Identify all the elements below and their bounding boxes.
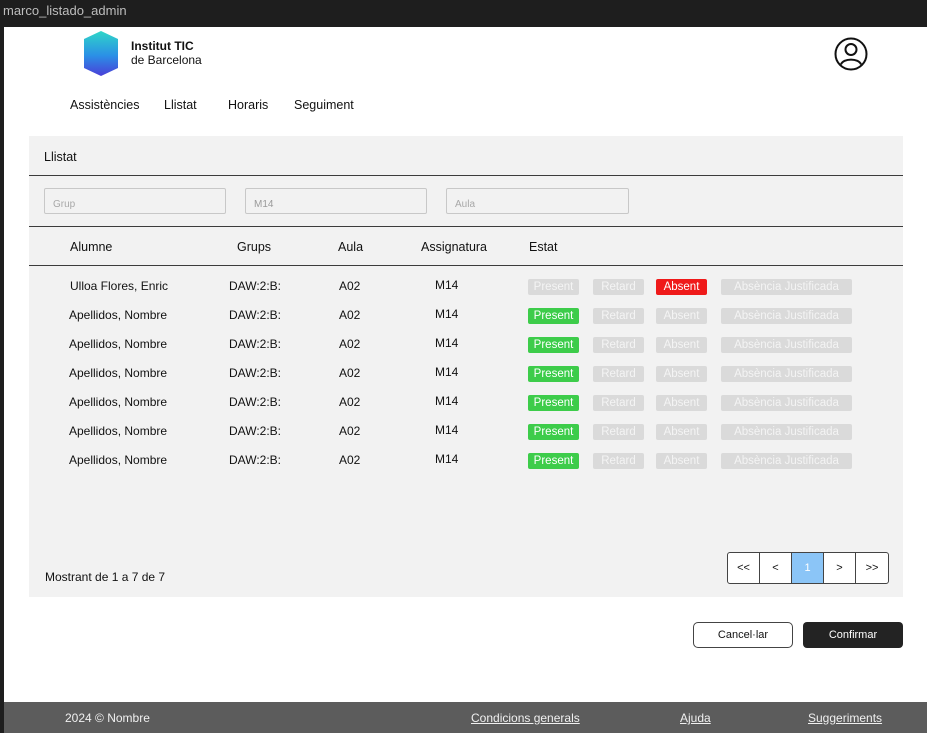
status-absent-chip[interactable]: Absent [656,366,707,382]
divider [29,175,903,176]
cell-aula: A02 [339,308,361,322]
status-absent-chip[interactable]: Absent [656,395,707,411]
brand-subtitle: de Barcelona [131,53,202,67]
pagination-next-button[interactable]: > [824,553,856,583]
nav-llistat[interactable]: Llistat [164,98,197,112]
results-summary: Mostrant de 1 a 7 de 7 [45,570,166,584]
cell-aula: A02 [339,424,361,438]
pagination-last-button[interactable]: >> [856,553,888,583]
nav-seguiment[interactable]: Seguiment [294,98,354,112]
cell-grups: DAW:2:B: [229,366,282,380]
aula-filter-input[interactable] [446,188,629,214]
cell-aula: A02 [339,395,361,409]
status-justificada-chip[interactable]: Absència Justificada [721,337,852,353]
pagination-page-button[interactable]: 1 [792,553,824,583]
pagination-prev-button[interactable]: < [760,553,792,583]
status-present-chip[interactable]: Present [528,453,579,469]
cell-alumne: Apellidos, Nombre [69,424,168,438]
cell-alumne: Apellidos, Nombre [69,337,168,351]
status-justificada-chip[interactable]: Absència Justificada [721,366,852,382]
footer-link-ajuda[interactable]: Ajuda [680,711,711,725]
nav-assistencies[interactable]: Assistències [70,98,139,112]
status-retard-chip[interactable]: Retard [593,395,644,411]
cell-grups: DAW:2:B: [229,308,282,322]
cell-aula: A02 [339,279,361,293]
cell-assignatura: M14 [435,423,459,437]
cell-alumne: Apellidos, Nombre [69,308,168,322]
institute-logo-icon [84,31,118,76]
footer-link-condicions[interactable]: Condicions generals [471,711,580,725]
cell-assignatura: M14 [435,278,459,292]
cell-grups: DAW:2:B: [229,395,282,409]
cell-assignatura: M14 [435,336,459,350]
status-retard-chip[interactable]: Retard [593,424,644,440]
column-header-aula: Aula [338,240,364,254]
cell-aula: A02 [339,337,361,351]
pagination: << < 1 > >> [727,552,889,584]
cell-alumne: Ulloa Flores, Enric [70,279,169,293]
cell-aula: A02 [339,453,361,467]
panel-title: Llistat [44,150,77,164]
status-justificada-chip[interactable]: Absència Justificada [721,453,852,469]
status-present-chip[interactable]: Present [528,337,579,353]
footer-link-suggeriments[interactable]: Suggeriments [808,711,882,725]
cell-grups: DAW:2:B: [229,453,282,467]
column-header-grups: Grups [237,240,272,254]
column-header-alumne: Alumne [70,240,113,254]
column-header-estat: Estat [529,240,558,254]
cancel-button[interactable]: Cancel·lar [693,622,793,648]
status-absent-chip[interactable]: Absent [656,453,707,469]
cell-assignatura: M14 [435,394,459,408]
cell-grups: DAW:2:B: [229,279,282,293]
cell-aula: A02 [339,366,361,380]
cell-alumne: Apellidos, Nombre [69,453,168,467]
nav-horaris[interactable]: Horaris [228,98,268,112]
status-present-chip[interactable]: Present [528,279,579,295]
cell-alumne: Apellidos, Nombre [69,395,168,409]
status-absent-chip[interactable]: Absent [656,424,707,440]
status-retard-chip[interactable]: Retard [593,337,644,353]
status-retard-chip[interactable]: Retard [593,308,644,324]
status-retard-chip[interactable]: Retard [593,279,644,295]
user-profile-icon[interactable] [834,37,868,71]
app-frame: Institut TIC de Barcelona Assistències L… [4,27,927,733]
footer-copyright: 2024 © Nombre [65,711,150,725]
status-absent-chip[interactable]: Absent [656,337,707,353]
cell-grups: DAW:2:B: [229,424,282,438]
status-absent-chip[interactable]: Absent [656,308,707,324]
status-justificada-chip[interactable]: Absència Justificada [721,279,852,295]
cell-assignatura: M14 [435,452,459,466]
cell-assignatura: M14 [435,307,459,321]
pagination-first-button[interactable]: << [728,553,760,583]
window-title: marco_listado_admin [0,0,927,22]
divider [29,226,903,227]
status-justificada-chip[interactable]: Absència Justificada [721,395,852,411]
status-retard-chip[interactable]: Retard [593,453,644,469]
column-header-assignatura: Assignatura [421,240,488,254]
attendance-panel: Llistat Alumne Grups Aula Assignatura Es… [29,136,903,597]
cell-alumne: Apellidos, Nombre [69,366,168,380]
assignatura-filter-input[interactable] [245,188,427,214]
divider [29,265,903,266]
brand-name: Institut TIC [131,39,194,53]
status-present-chip[interactable]: Present [528,308,579,324]
status-present-chip[interactable]: Present [528,395,579,411]
status-justificada-chip[interactable]: Absència Justificada [721,424,852,440]
cell-assignatura: M14 [435,365,459,379]
grup-filter-input[interactable] [44,188,226,214]
status-justificada-chip[interactable]: Absència Justificada [721,308,852,324]
confirm-button[interactable]: Confirmar [803,622,903,648]
cell-grups: DAW:2:B: [229,337,282,351]
status-absent-chip[interactable]: Absent [656,279,707,295]
status-present-chip[interactable]: Present [528,366,579,382]
footer: 2024 © Nombre Condicions generals Ajuda … [4,702,927,733]
status-present-chip[interactable]: Present [528,424,579,440]
status-retard-chip[interactable]: Retard [593,366,644,382]
